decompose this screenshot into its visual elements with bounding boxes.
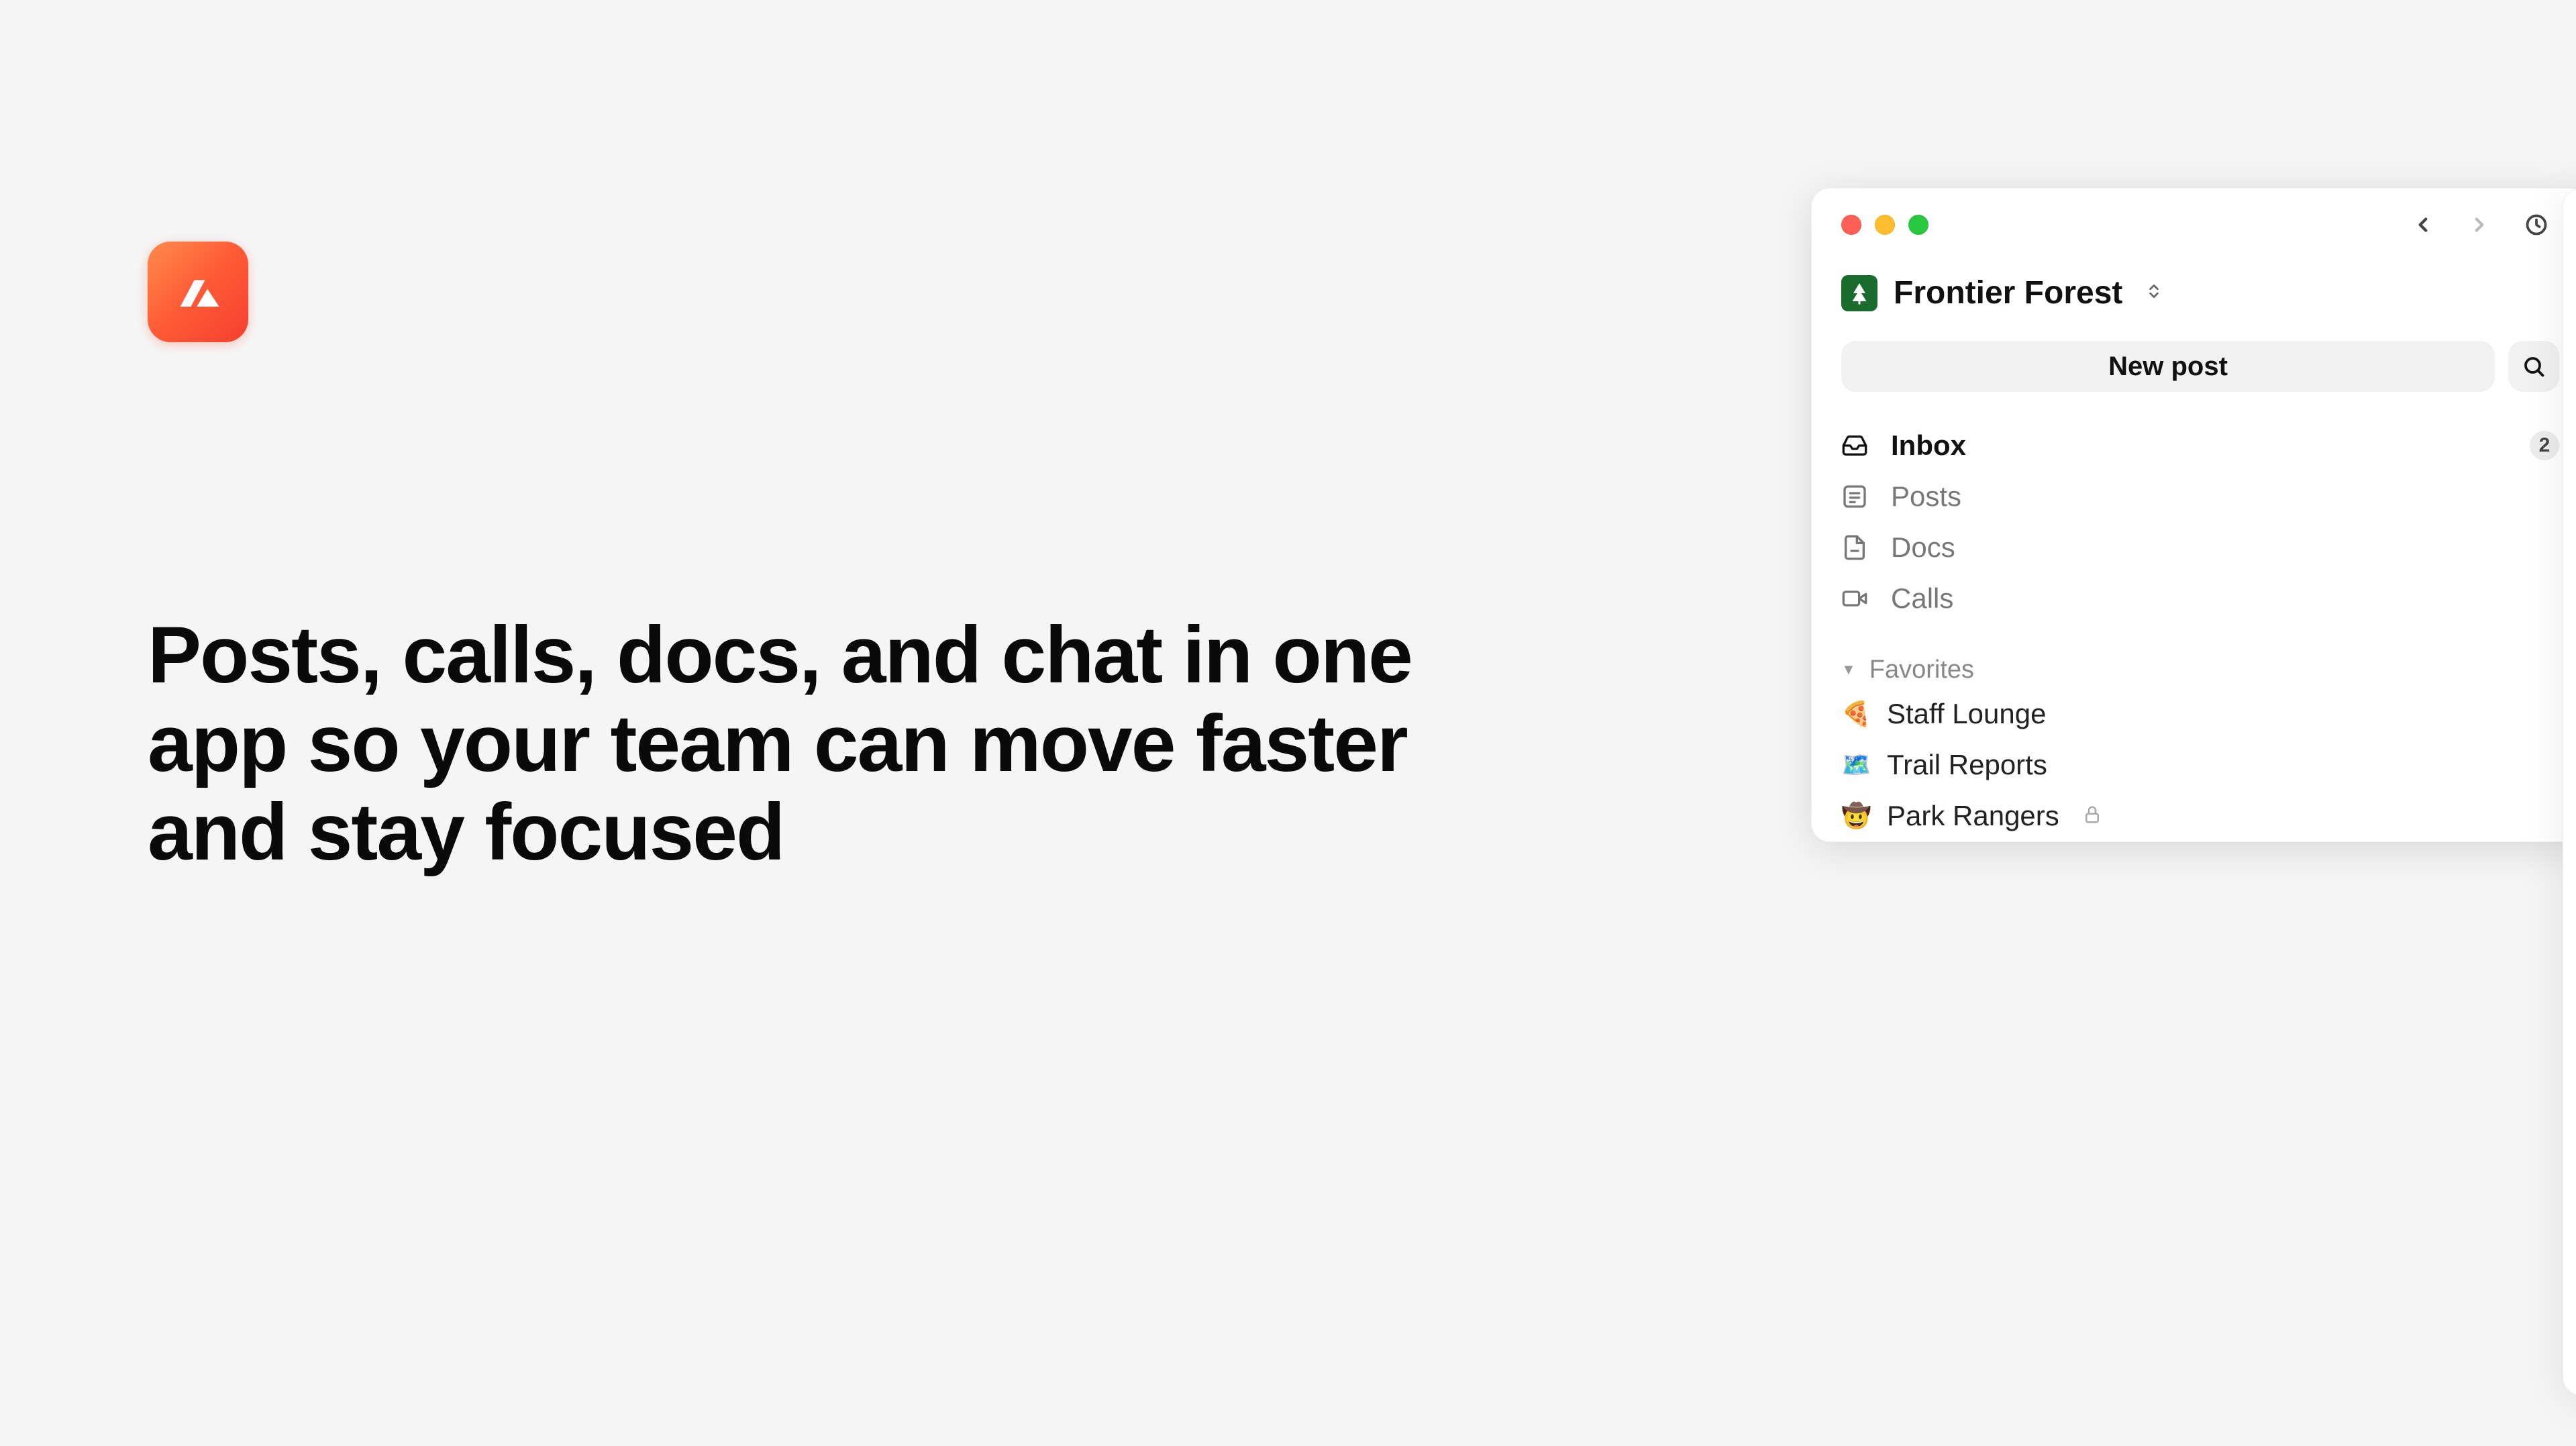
nav-label-posts: Posts — [1891, 480, 1961, 513]
favorite-item-trail-reports[interactable]: 🗺️ Trail Reports — [1841, 739, 2559, 790]
inbox-badge: 2 — [2530, 431, 2559, 460]
clock-icon — [2524, 213, 2548, 237]
app-window: Frontier Forest New post Inbox 2 Posts — [1811, 188, 2576, 842]
calls-icon — [1841, 585, 1868, 612]
workspace-selector[interactable]: Frontier Forest — [1812, 248, 2576, 327]
favorite-emoji: 🗺️ — [1841, 751, 1868, 779]
nav-item-calls[interactable]: Calls — [1841, 573, 2559, 624]
favorite-label: Park Rangers — [1887, 800, 2059, 832]
window-minimize-button[interactable] — [1875, 215, 1895, 235]
tree-icon — [1847, 281, 1871, 305]
forward-button[interactable] — [2468, 213, 2491, 236]
side-panel — [2563, 188, 2576, 1396]
traffic-lights — [1841, 215, 1928, 235]
window-maximize-button[interactable] — [1908, 215, 1928, 235]
favorite-label: Staff Lounge — [1887, 698, 2046, 730]
inbox-icon — [1841, 432, 1868, 459]
chevron-left-icon — [2412, 213, 2434, 236]
nav-item-inbox[interactable]: Inbox 2 — [1841, 420, 2559, 471]
nav-label-inbox: Inbox — [1891, 429, 1966, 462]
search-icon — [2522, 354, 2546, 378]
workspace-chevron-icon — [2145, 282, 2163, 303]
nav-item-docs[interactable]: Docs — [1841, 522, 2559, 573]
window-close-button[interactable] — [1841, 215, 1861, 235]
posts-icon — [1841, 483, 1868, 510]
nav-label-docs: Docs — [1891, 531, 1955, 564]
history-button[interactable] — [2524, 213, 2548, 237]
favorite-label: Trail Reports — [1887, 749, 2047, 781]
new-post-button[interactable]: New post — [1841, 341, 2495, 392]
favorite-item-staff-lounge[interactable]: 🍕 Staff Lounge — [1841, 688, 2559, 739]
favorite-emoji: 🍕 — [1841, 700, 1868, 728]
new-post-label: New post — [2108, 352, 2228, 382]
app-logo — [148, 242, 248, 342]
favorite-item-park-rangers[interactable]: 🤠 Park Rangers — [1841, 790, 2559, 841]
nav-item-posts[interactable]: Posts — [1841, 471, 2559, 522]
lock-icon — [2082, 805, 2102, 828]
search-button[interactable] — [2508, 341, 2559, 392]
favorite-emoji: 🤠 — [1841, 802, 1868, 830]
window-titlebar — [1812, 189, 2576, 248]
marketing-headline: Posts, calls, docs, and chat in one app … — [148, 611, 1423, 876]
workspace-icon — [1841, 275, 1877, 311]
chevron-right-icon — [2468, 213, 2491, 236]
docs-icon — [1841, 534, 1868, 561]
workspace-name: Frontier Forest — [1894, 274, 2122, 311]
logo-mark-icon — [168, 262, 227, 321]
favorites-header-label: Favorites — [1869, 656, 1974, 684]
disclosure-triangle-icon: ▼ — [1841, 661, 1856, 678]
chevron-updown-icon — [2145, 282, 2163, 300]
favorites-toggle[interactable]: ▼ Favorites — [1841, 651, 2559, 688]
nav-label-calls: Calls — [1891, 582, 1953, 615]
back-button[interactable] — [2412, 213, 2434, 236]
